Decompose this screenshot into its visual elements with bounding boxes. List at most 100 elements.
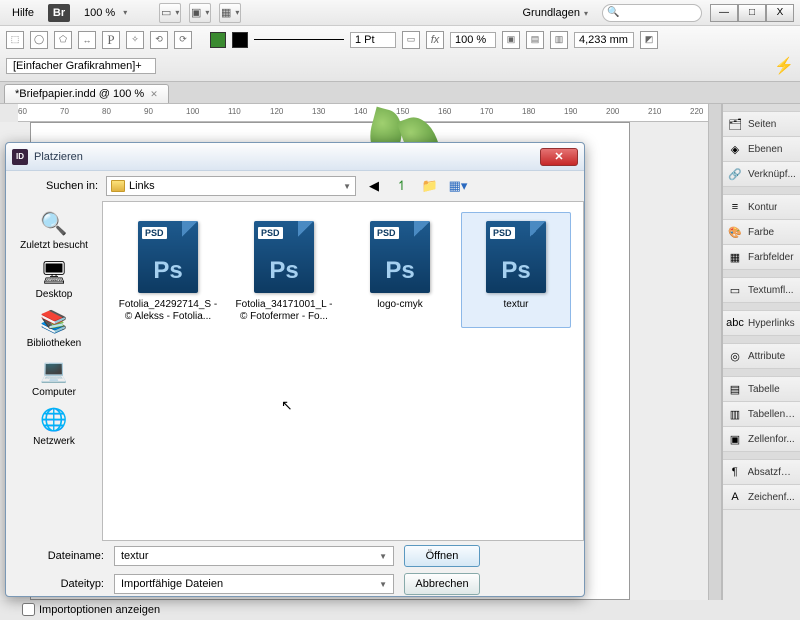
filetype-label: Dateityp: <box>22 578 104 590</box>
corner-icon[interactable]: ◩ <box>640 31 658 49</box>
folder-combo[interactable]: Links ▼ <box>106 176 356 196</box>
panel-icon: 🔗 <box>727 167 743 181</box>
right-panel-dock: 🗂Seiten◈Ebenen 🔗 Verknüpf... ≡Kontur🎨Farbe▦… <box>722 104 800 600</box>
view-options-icon[interactable]: ▭ <box>159 3 181 23</box>
panel-toggle-strip[interactable] <box>708 104 722 600</box>
panel-tab[interactable]: ≡Kontur <box>723 195 800 220</box>
menu-help[interactable]: Hilfe <box>6 4 40 22</box>
panel-tab[interactable]: ▭Textumfl... <box>723 278 800 303</box>
panel-tab[interactable]: ▣Zellenfor... <box>723 427 800 452</box>
tool-icon[interactable]: ↔ <box>78 31 96 49</box>
import-options-checkbox[interactable] <box>22 603 35 616</box>
panel-label: Absatzfor... <box>748 467 797 478</box>
place-label: Bibliotheken <box>27 338 81 349</box>
document-tab-bar: *Briefpapier.indd @ 100 % ✕ <box>0 82 800 104</box>
open-button[interactable]: Öffnen <box>404 545 480 567</box>
tool-icon[interactable]: ⟲ <box>150 31 168 49</box>
tool-icon[interactable]: ⬚ <box>6 31 24 49</box>
cancel-button[interactable]: Abbrechen <box>404 573 480 595</box>
panel-tab[interactable]: 🔗 Verknüpf... <box>723 162 800 187</box>
search-in-row: Suchen in: Links ▼ ◀ ↿ 📁 ▦▾ <box>6 171 584 201</box>
panel-icon: ▭ <box>727 283 743 297</box>
panel-label: Attribute <box>748 351 785 362</box>
panel-tab[interactable]: ▤Tabelle <box>723 377 800 402</box>
search-input[interactable] <box>602 4 702 22</box>
tool-icon[interactable]: ◯ <box>30 31 48 49</box>
maximize-button[interactable]: □ <box>738 4 766 22</box>
zoom-level[interactable]: 100 % <box>78 4 133 22</box>
place-item[interactable]: 🖥Desktop <box>6 256 102 303</box>
panel-tab[interactable]: ◎Attribute <box>723 344 800 369</box>
bridge-button[interactable]: Br <box>48 4 70 22</box>
file-thumb: PSDPs <box>476 217 556 297</box>
import-options-label: Importoptionen anzeigen <box>39 604 160 616</box>
ruler-number: 220 <box>690 107 703 116</box>
panel-icon: A <box>727 490 743 504</box>
panel-tab[interactable]: ▦Farbfelder <box>723 245 800 270</box>
panel-tab[interactable]: ¶ Absatzfor... <box>723 460 800 485</box>
flash-icon[interactable]: ⚡ <box>774 56 794 76</box>
folder-name: Links <box>129 180 155 192</box>
close-window-button[interactable]: X <box>766 4 794 22</box>
file-item[interactable]: PSDPstextur <box>461 212 571 328</box>
panel-tab[interactable]: 🎨Farbe <box>723 220 800 245</box>
place-item[interactable]: 🌐Netzwerk <box>6 403 102 450</box>
ruler-number: 90 <box>144 107 153 116</box>
wrap-icon[interactable]: ▥ <box>550 31 568 49</box>
file-item[interactable]: PSDPslogo-cmyk <box>345 212 455 328</box>
tool-icon[interactable]: ⟳ <box>174 31 192 49</box>
wrap-icon[interactable]: ▤ <box>526 31 544 49</box>
tool-icon[interactable]: ⬠ <box>54 31 72 49</box>
panel-tab[interactable]: 🗂Seiten <box>723 112 800 137</box>
minimize-button[interactable]: — <box>710 4 738 22</box>
panel-label: Tabelle <box>748 384 780 395</box>
panel-icon: ¶ <box>727 465 743 479</box>
fx-icon[interactable]: fx <box>426 31 444 49</box>
workspace-switcher[interactable]: Grundlagen <box>516 4 594 22</box>
stroke-swatch[interactable] <box>232 32 248 48</box>
arrange-docs-icon[interactable]: ▦ <box>219 3 241 23</box>
document-tab[interactable]: *Briefpapier.indd @ 100 % ✕ <box>4 84 169 103</box>
place-label: Computer <box>32 387 76 398</box>
panel-tab[interactable]: AZeichenf... <box>723 485 800 510</box>
place-item[interactable]: 🔍Zuletzt besucht <box>6 207 102 254</box>
file-list-pane[interactable]: ↖ PSDPsFotolia_24292714_S - © Alekss - F… <box>102 201 584 541</box>
tool-icon[interactable]: ✧ <box>126 31 144 49</box>
filename-field[interactable]: textur▼ <box>114 546 394 566</box>
text-tool-icon[interactable]: P <box>102 31 120 49</box>
panel-icon: abc <box>727 316 743 330</box>
place-icon: 📚 <box>38 308 70 336</box>
panel-tab[interactable]: ◈Ebenen <box>723 137 800 162</box>
search-in-label: Suchen in: <box>16 180 98 192</box>
ruler-number: 140 <box>354 107 367 116</box>
file-item[interactable]: PSDPsFotolia_24292714_S - © Alekss - Fot… <box>113 212 223 328</box>
place-item[interactable]: 💻Computer <box>6 354 102 401</box>
fill-swatch[interactable] <box>210 32 226 48</box>
view-menu-icon[interactable]: ▦▾ <box>448 176 468 196</box>
spacing-field[interactable]: 4,233 mm <box>574 32 634 48</box>
file-item[interactable]: PSDPsFotolia_34171001_L - © Fotofermer -… <box>229 212 339 328</box>
dialog-close-button[interactable]: ✕ <box>540 148 578 166</box>
screen-mode-icon[interactable]: ▣ <box>189 3 211 23</box>
up-icon[interactable]: ↿ <box>392 176 412 196</box>
panel-tab[interactable]: abcHyperlinks <box>723 311 800 336</box>
opacity-field[interactable]: 100 % <box>450 32 496 48</box>
cap-icon[interactable]: ▭ <box>402 31 420 49</box>
app-icon: ID <box>12 149 28 165</box>
stroke-weight-field[interactable]: 1 Pt <box>350 32 396 48</box>
menubar: Hilfe Br 100 % ▭ ▣ ▦ Grundlagen — □ X <box>0 0 800 26</box>
dialog-titlebar[interactable]: ID Platzieren ✕ <box>6 143 584 171</box>
wrap-icon[interactable]: ▣ <box>502 31 520 49</box>
ruler-number: 110 <box>228 107 241 116</box>
filetype-field[interactable]: Importfähige Dateien▼ <box>114 574 394 594</box>
back-icon[interactable]: ◀ <box>364 176 384 196</box>
panel-label: Verknüpf... <box>748 169 796 180</box>
object-style-select[interactable]: [Einfacher Grafikrahmen]+ <box>6 58 156 74</box>
stroke-style[interactable] <box>254 39 344 40</box>
place-item[interactable]: 📚 Bibliotheken <box>6 305 102 352</box>
place-icon: 🌐 <box>38 406 70 434</box>
new-folder-icon[interactable]: 📁 <box>420 176 440 196</box>
panel-tab[interactable]: ▥Tabellenf... <box>723 402 800 427</box>
close-tab-icon[interactable]: ✕ <box>150 89 158 100</box>
panel-icon: ≡ <box>727 200 743 214</box>
